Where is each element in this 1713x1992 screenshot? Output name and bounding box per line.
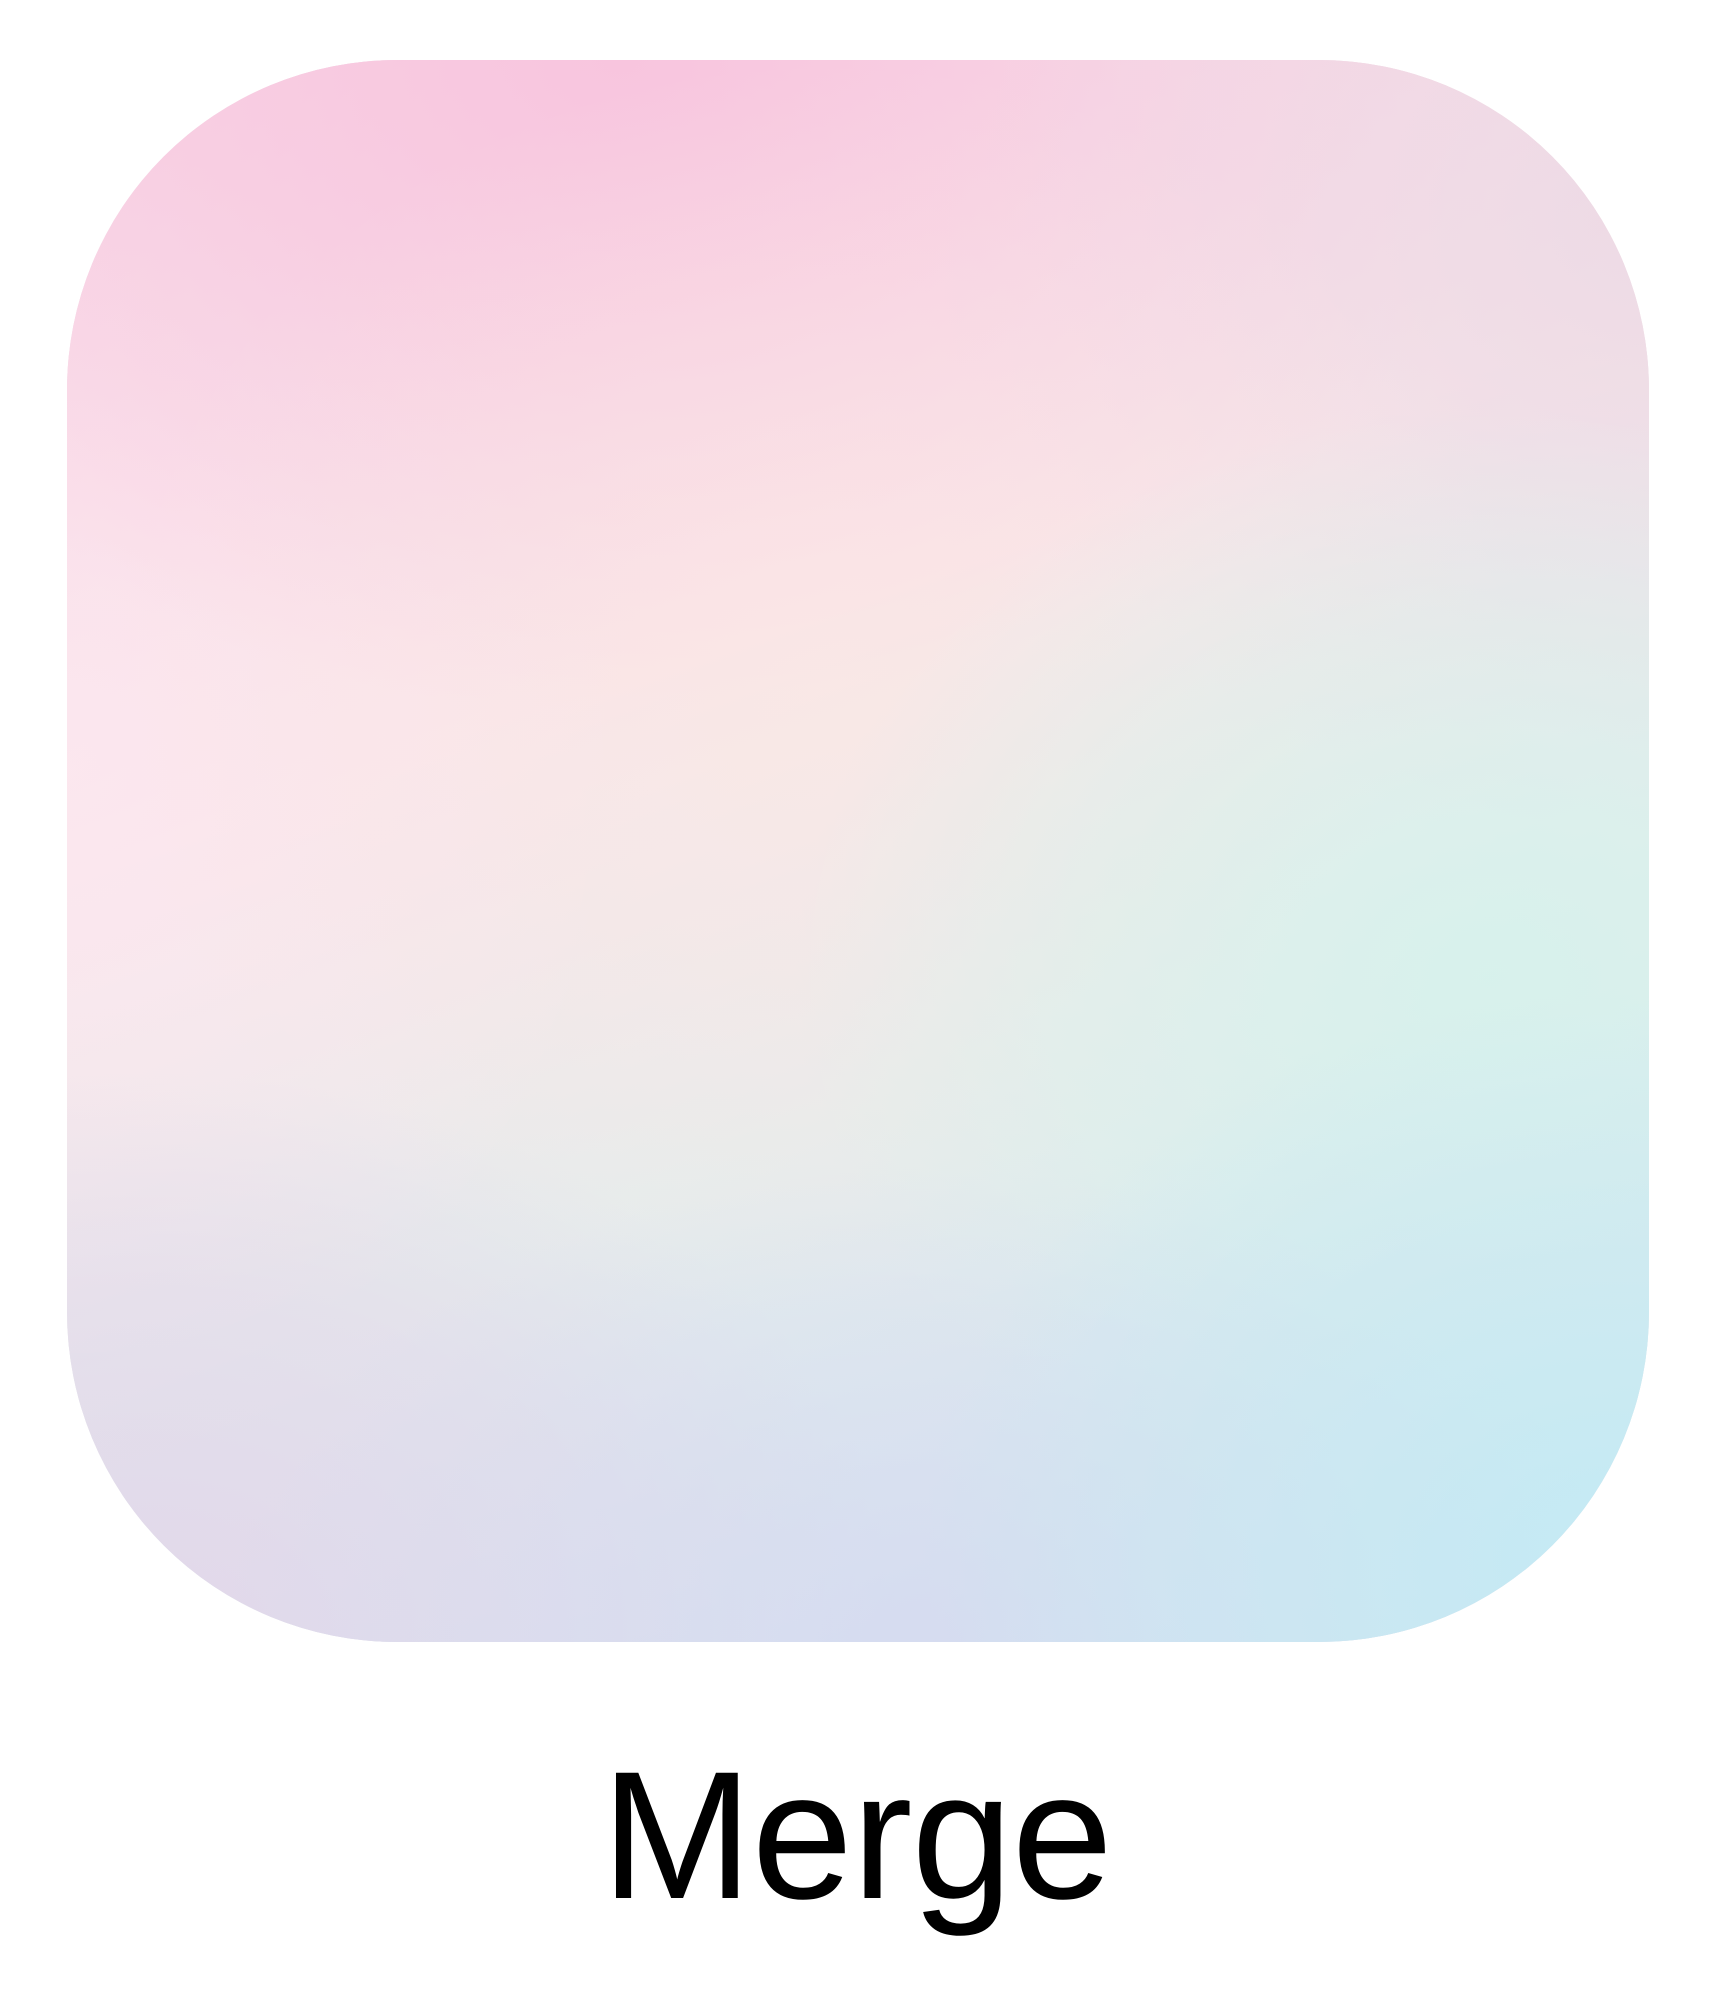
merge-app-icon[interactable]	[67, 60, 1649, 1642]
merge-app-tile[interactable]: Merge	[0, 0, 1713, 1992]
app-name-label: Merge	[601, 1733, 1113, 1937]
icon-gradient-cyan	[67, 60, 1649, 1642]
